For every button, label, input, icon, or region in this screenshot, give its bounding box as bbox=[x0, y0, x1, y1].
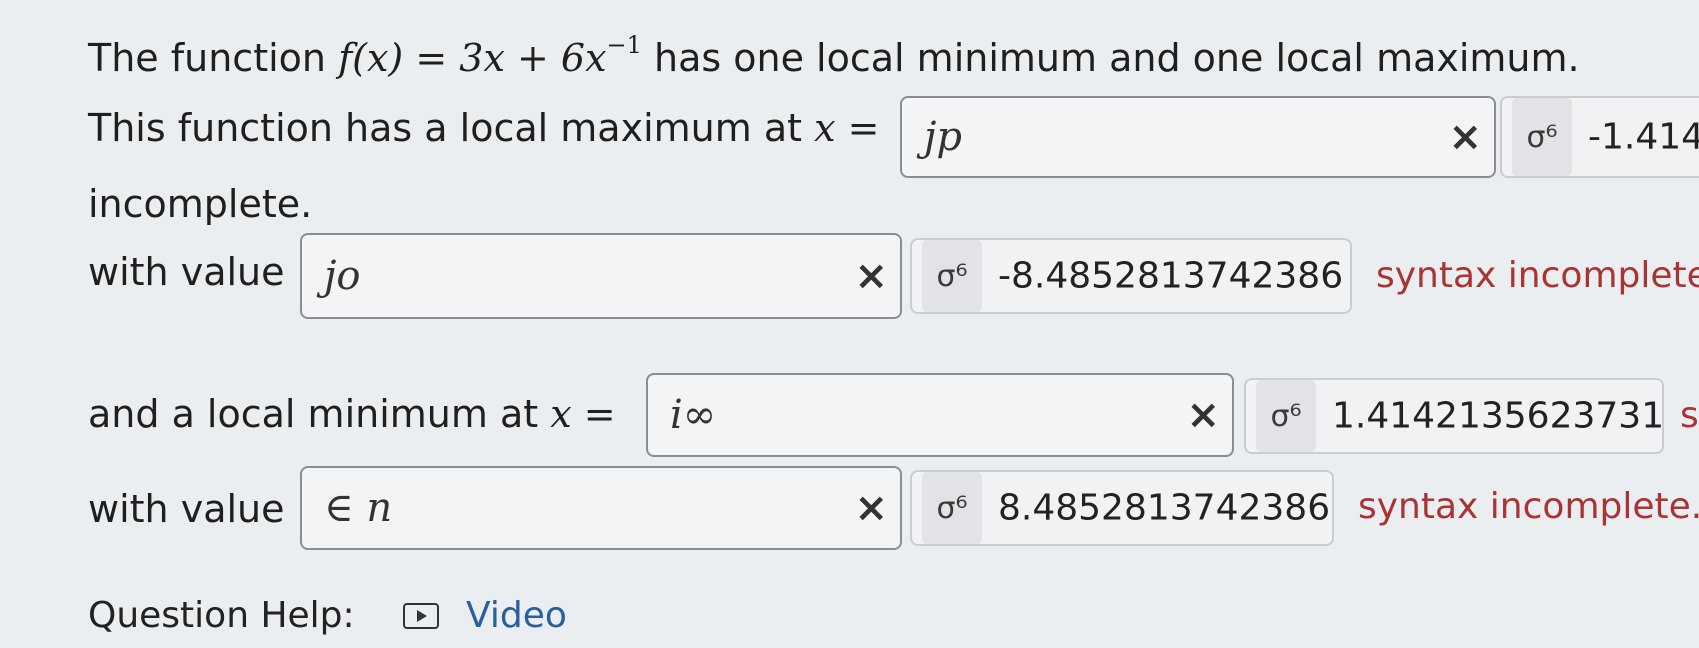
function-term1: 3x bbox=[459, 36, 505, 80]
max-x-label: This function has a local maximum at bbox=[88, 106, 803, 150]
question-intro-prefix: The function bbox=[88, 36, 326, 80]
max-val-input-value: jo bbox=[324, 253, 361, 299]
min-x-input-value: i∞ bbox=[670, 392, 717, 438]
min-val-preview-glyph-icon: σ⁶ bbox=[922, 472, 982, 544]
max-val-preview-value: -8.4852813742386 bbox=[998, 255, 1344, 297]
max-x-equals: = bbox=[847, 106, 880, 150]
min-val-clear-icon[interactable]: × bbox=[854, 485, 888, 531]
function-term2: 6x bbox=[560, 36, 607, 80]
function-plus: + bbox=[516, 36, 549, 80]
max-val-status: syntax incomplete bbox=[1376, 255, 1699, 296]
min-x-var: x bbox=[550, 392, 572, 436]
min-x-clear-icon[interactable]: × bbox=[1186, 392, 1220, 438]
max-x-clear-icon[interactable]: × bbox=[1448, 114, 1482, 160]
min-x-preview: σ⁶ 1.4142135623731 bbox=[1244, 378, 1664, 454]
max-val-label: with value bbox=[88, 250, 285, 294]
min-val-preview: σ⁶ 8.4852813742386 bbox=[910, 470, 1334, 546]
function-exponent: −1 bbox=[606, 31, 642, 59]
max-x-preview-glyph-icon: σ⁶ bbox=[1512, 98, 1572, 176]
question-intro-suffix: has one local minimum and one local maxi… bbox=[654, 36, 1580, 80]
question-statement: The function f(x) = 3x + 6x−1 has one lo… bbox=[88, 31, 1580, 80]
max-val-input[interactable]: jo × bbox=[300, 233, 902, 319]
function-arg: (x) bbox=[352, 36, 404, 80]
max-val-preview: σ⁶ -8.4852813742386 bbox=[910, 238, 1352, 314]
max-x-input[interactable]: jp × bbox=[900, 96, 1496, 178]
min-x-equals: = bbox=[583, 392, 616, 436]
max-x-preview-value: -1.414 bbox=[1588, 116, 1699, 158]
question-help-label: Question Help: bbox=[88, 595, 355, 636]
min-x-label: and a local minimum at bbox=[88, 392, 539, 436]
function-name: f bbox=[338, 36, 353, 80]
min-x-preview-value: 1.4142135623731 bbox=[1332, 395, 1665, 437]
max-x-label-row: This function has a local maximum at x = bbox=[88, 106, 879, 150]
function-equals: = bbox=[415, 36, 448, 80]
min-val-label: with value bbox=[88, 487, 285, 531]
min-val-input[interactable]: ∈ n × bbox=[300, 466, 902, 550]
min-x-preview-glyph-icon: σ⁶ bbox=[1256, 380, 1316, 452]
min-val-preview-value: 8.4852813742386 bbox=[998, 487, 1331, 529]
max-x-var: x bbox=[814, 106, 836, 150]
max-val-clear-icon[interactable]: × bbox=[854, 253, 888, 299]
max-val-preview-glyph-icon: σ⁶ bbox=[922, 240, 982, 312]
video-link[interactable]: Video bbox=[466, 595, 567, 636]
min-x-input[interactable]: i∞ × bbox=[646, 373, 1234, 457]
min-val-input-value: ∈ n bbox=[324, 485, 393, 531]
max-x-input-value: jp bbox=[924, 114, 963, 160]
max-x-preview: σ⁶ -1.414 bbox=[1500, 96, 1699, 178]
min-x-label-row: and a local minimum at x = bbox=[88, 392, 616, 436]
min-x-status: s bbox=[1680, 395, 1699, 436]
max-x-status: incomplete. bbox=[88, 182, 313, 226]
min-val-status: syntax incomplete. bbox=[1358, 486, 1699, 527]
play-icon[interactable] bbox=[403, 603, 439, 629]
